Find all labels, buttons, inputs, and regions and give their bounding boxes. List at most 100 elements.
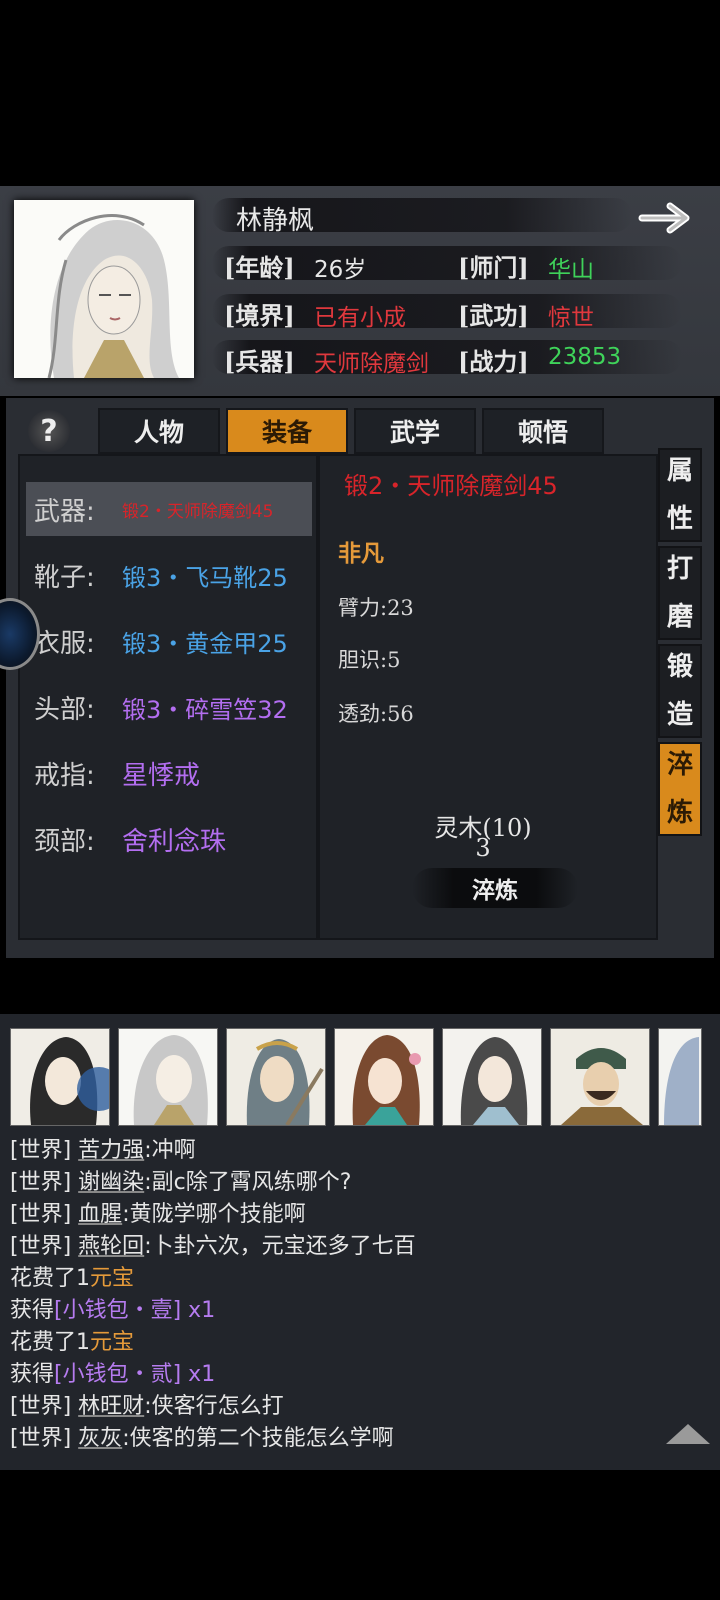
- system-highlight: 元宝: [90, 1266, 135, 1291]
- avatar[interactable]: [226, 1028, 326, 1126]
- side-tab-forge[interactable]: 锻 造: [658, 644, 702, 738]
- help-icon[interactable]: ?: [28, 410, 70, 452]
- chat-expand-icon[interactable]: [666, 1424, 710, 1444]
- item-stat: 透劲:56: [338, 702, 414, 726]
- equipment-slot-weapon[interactable]: 武器: 锻2・天师除魔剑45: [26, 482, 312, 536]
- sect-value: 华山: [548, 257, 594, 283]
- avatar[interactable]: [550, 1028, 650, 1126]
- equipment-slot-ring[interactable]: 戒指: 星悸戒: [26, 746, 312, 800]
- portrait-illustration: [14, 200, 194, 379]
- tab-martial[interactable]: 武学: [354, 408, 476, 454]
- equipment-list: 武器: 锻2・天师除魔剑45 靴子: 锻3・飞马靴25 衣服: 锻3・黄金甲25…: [18, 454, 318, 940]
- tab-enlightenment[interactable]: 顿悟: [482, 408, 604, 454]
- equipment-slot-neck[interactable]: 颈部: 舍利念珠: [26, 812, 312, 866]
- chat-sender[interactable]: 血腥: [78, 1202, 122, 1227]
- weapon-value: 天师除魔剑: [314, 351, 429, 377]
- slot-item: 星悸戒: [122, 760, 201, 791]
- system-text: x1: [181, 1362, 216, 1387]
- age-label: [年龄]: [224, 253, 295, 282]
- chat-message: [世界] 谢幽染:副c除了霄风练哪个?: [10, 1164, 351, 1196]
- system-text: 花费了1: [10, 1266, 90, 1291]
- chat-message: [世界] 苦力强:冲啊: [10, 1132, 196, 1164]
- equipment-slot-boots[interactable]: 靴子: 锻3・飞马靴25: [26, 548, 312, 602]
- system-message: 获得[小钱包・贰] x1: [10, 1356, 215, 1388]
- power-label: [战力]: [458, 347, 529, 376]
- tab-character[interactable]: 人物: [98, 408, 220, 454]
- realm-value: 已有小成: [314, 305, 406, 331]
- slot-label: 靴子:: [34, 562, 95, 593]
- item-detail: 锻2・天师除魔剑45 非凡 臂力:23 胆识:5 透劲:56 灵木(10) 3 …: [318, 454, 658, 940]
- realm-label: [境界]: [224, 301, 295, 330]
- side-tab-char: 磨: [666, 602, 693, 632]
- chat-sender[interactable]: 苦力强: [78, 1138, 144, 1163]
- side-tab-char: 性: [666, 504, 693, 534]
- weapon-label: [兵器]: [224, 347, 295, 376]
- martial-label: [武功]: [458, 301, 529, 330]
- system-highlight[interactable]: [小钱包・壹]: [54, 1298, 181, 1323]
- chat-message: [世界] 林旺财:侠客行怎么打: [10, 1388, 284, 1420]
- chat-message: [世界] 燕轮回:卜卦六次，元宝还多了七百: [10, 1228, 416, 1260]
- avatar[interactable]: [334, 1028, 434, 1126]
- side-tab-char: 属: [666, 456, 693, 486]
- slot-item: 舍利念珠: [122, 826, 227, 857]
- slot-label: 戒指:: [34, 760, 95, 791]
- power-value: 23853: [548, 344, 622, 370]
- slot-item: 锻3・黄金甲25: [122, 629, 288, 658]
- refine-button[interactable]: 淬炼: [412, 868, 578, 908]
- system-text: 获得: [10, 1298, 55, 1323]
- avatar[interactable]: [442, 1028, 542, 1126]
- chat-text: :侠客行怎么打: [144, 1394, 284, 1419]
- age-value: 26岁: [314, 257, 367, 283]
- sect-label: [师门]: [458, 253, 529, 282]
- chat-sender[interactable]: 林旺财: [78, 1394, 144, 1419]
- character-card: 林静枫 [年龄] 26岁 [师门] 华山 [境界] 已有小成 [武功] 惊世 […: [0, 186, 720, 396]
- avatar[interactable]: [118, 1028, 218, 1126]
- chat-text: :黄陇学哪个技能啊: [122, 1202, 306, 1227]
- next-arrow-icon[interactable]: [638, 200, 696, 236]
- side-tab-char: 淬: [666, 750, 693, 780]
- chat-area: [世界] 苦力强:冲啊 [世界] 谢幽染:副c除了霄风练哪个? [世界] 血腥:…: [0, 1014, 720, 1470]
- system-text: 获得: [10, 1362, 55, 1387]
- item-grade: 非凡: [338, 540, 384, 567]
- slot-item: 锻3・碎雪笠32: [122, 695, 288, 724]
- chat-text: :侠客的第二个技能怎么学啊: [122, 1426, 394, 1451]
- chat-sender[interactable]: 灰灰: [78, 1426, 122, 1451]
- side-tab-polish[interactable]: 打 磨: [658, 546, 702, 640]
- system-message: 获得[小钱包・壹] x1: [10, 1292, 215, 1324]
- system-message: 花费了1元宝: [10, 1324, 134, 1356]
- avatar[interactable]: [10, 1028, 110, 1126]
- chat-message: [世界] 灰灰:侠客的第二个技能怎么学啊: [10, 1420, 394, 1452]
- avatar[interactable]: [658, 1028, 702, 1126]
- chat-channel: [世界]: [10, 1394, 72, 1419]
- side-tab-char: 打: [666, 554, 693, 584]
- chat-text: :卜卦六次，元宝还多了七百: [144, 1234, 416, 1259]
- chat-sender[interactable]: 燕轮回: [78, 1234, 144, 1259]
- chat-channel: [世界]: [10, 1202, 72, 1227]
- side-tab-refine[interactable]: 淬 炼: [658, 742, 702, 836]
- system-text: x1: [181, 1298, 216, 1323]
- slot-label: 头部:: [34, 694, 95, 725]
- side-tab-attributes[interactable]: 属 性: [658, 448, 702, 542]
- material-count: 3: [475, 834, 491, 862]
- system-highlight[interactable]: [小钱包・贰]: [54, 1362, 181, 1387]
- chat-channel: [世界]: [10, 1234, 72, 1259]
- chat-message: [世界] 血腥:黄陇学哪个技能啊: [10, 1196, 306, 1228]
- slot-label: 衣服:: [34, 628, 95, 659]
- chat-text: :副c除了霄风练哪个?: [144, 1170, 352, 1195]
- chat-channel: [世界]: [10, 1426, 72, 1451]
- system-highlight: 元宝: [90, 1330, 135, 1355]
- chat-text: :冲啊: [144, 1138, 196, 1163]
- martial-value: 惊世: [548, 305, 594, 331]
- slot-item: 锻2・天师除魔剑45: [122, 501, 274, 522]
- tab-equipment[interactable]: 装备: [226, 408, 348, 454]
- chat-channel: [世界]: [10, 1170, 72, 1195]
- equipment-slot-armor[interactable]: 衣服: 锻3・黄金甲25: [26, 614, 312, 668]
- slot-label: 武器:: [34, 496, 95, 527]
- character-name: 林静枫: [236, 206, 315, 236]
- side-tab-char: 锻: [666, 652, 693, 682]
- chat-channel: [世界]: [10, 1138, 72, 1163]
- item-stat: 臂力:23: [338, 596, 414, 620]
- equipment-panel: ? 人物 装备 武学 顿悟 武器: 锻2・天师除魔剑45 靴子: 锻3・飞马靴2…: [6, 398, 714, 958]
- chat-sender[interactable]: 谢幽染: [78, 1170, 144, 1195]
- equipment-slot-head[interactable]: 头部: 锻3・碎雪笠32: [26, 680, 312, 734]
